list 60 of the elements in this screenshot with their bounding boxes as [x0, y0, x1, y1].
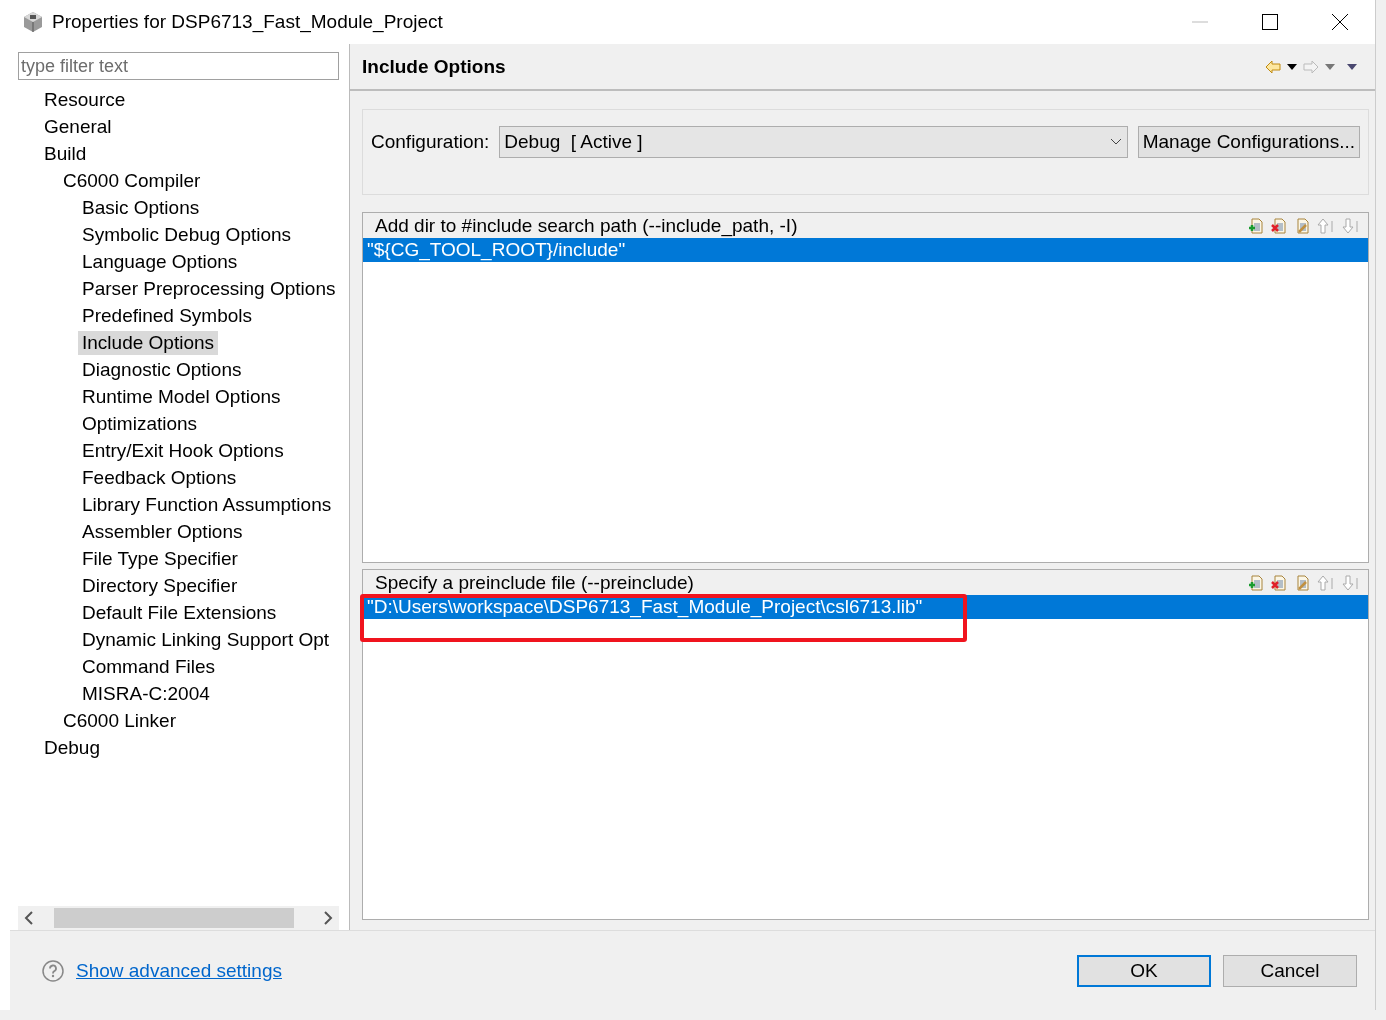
- close-icon: [1332, 14, 1348, 30]
- window-title: Properties for DSP6713_Fast_Module_Project: [52, 11, 444, 33]
- move-down-icon[interactable]: [1342, 574, 1360, 591]
- tree-item[interactable]: Debug: [40, 735, 104, 760]
- tree-item[interactable]: Library Function Assumptions: [78, 492, 336, 517]
- add-icon[interactable]: [1248, 217, 1264, 234]
- edit-icon[interactable]: [1294, 574, 1310, 591]
- tree-item[interactable]: Basic Options: [78, 195, 204, 220]
- filter-field[interactable]: type filter text: [18, 52, 339, 80]
- ok-button[interactable]: OK: [1077, 954, 1211, 987]
- tree-item[interactable]: C6000 Linker: [59, 708, 181, 733]
- tree-item[interactable]: File Type Specifier: [78, 546, 242, 571]
- configuration-dropdown[interactable]: Debug [ Active ]: [499, 126, 1128, 158]
- edit-icon[interactable]: [1294, 217, 1310, 234]
- list-title: Specify a preinclude file (--preinclude): [375, 571, 695, 594]
- page-title: Include Options: [362, 55, 507, 78]
- tree-item[interactable]: Parser Preprocessing Options: [78, 276, 340, 301]
- tree-item[interactable]: Command Files: [78, 654, 220, 679]
- tree-item[interactable]: Dynamic Linking Support Opt: [78, 627, 334, 652]
- tree-item[interactable]: Optimizations: [78, 411, 202, 436]
- tree-item[interactable]: Build: [40, 141, 91, 166]
- minimize-icon: [1192, 21, 1208, 23]
- tree-item[interactable]: MISRA-C:2004: [78, 681, 214, 706]
- scroll-left-icon[interactable]: [24, 911, 34, 925]
- tree-item[interactable]: Feedback Options: [78, 465, 241, 490]
- tree-item[interactable]: Default File Extensions: [78, 600, 281, 625]
- forward-arrow-icon[interactable]: [1303, 59, 1319, 74]
- cancel-button[interactable]: Cancel: [1223, 954, 1357, 987]
- move-up-icon[interactable]: [1317, 574, 1335, 591]
- tree-item[interactable]: Diagnostic Options: [78, 357, 246, 382]
- tree-item[interactable]: Resource: [40, 87, 130, 112]
- move-up-icon[interactable]: [1317, 217, 1335, 234]
- tree-item[interactable]: Symbolic Debug Options: [78, 222, 296, 247]
- path-list[interactable]: Add dir to #include search path (--include_path, -I) "${CG_TOOL_ROOT}/include": [362, 212, 1369, 563]
- horizontal-scrollbar[interactable]: [18, 906, 339, 930]
- tree-item[interactable]: Directory Specifier: [78, 573, 242, 598]
- path-list[interactable]: Specify a preinclude file (--preinclude) "D:\Users\workspace\DSP6713_Fast_Module_Project\csl6713.lib": [362, 569, 1369, 920]
- tree-item[interactable]: C6000 Compiler: [59, 168, 205, 193]
- list-title: Add dir to #include search path (--include_path, -I): [375, 214, 799, 237]
- delete-icon[interactable]: [1271, 574, 1287, 591]
- back-arrow-icon[interactable]: [1265, 59, 1281, 74]
- scroll-right-icon[interactable]: [323, 911, 333, 925]
- tree-item[interactable]: Language Options: [78, 249, 242, 274]
- list-item[interactable]: "${CG_TOOL_ROOT}/include": [363, 238, 1368, 262]
- tree-item[interactable]: Entry/Exit Hook Options: [78, 438, 288, 463]
- move-down-icon[interactable]: [1342, 217, 1360, 234]
- manage-configurations-button[interactable]: Manage Configurations...: [1137, 126, 1360, 158]
- tree-item[interactable]: Assembler Options: [78, 519, 247, 544]
- tree-item[interactable]: Runtime Model Options: [78, 384, 285, 409]
- configuration-label: Configuration:: [371, 130, 490, 154]
- tree-item[interactable]: Predefined Symbols: [78, 303, 257, 328]
- advanced-settings-link[interactable]: Show advanced settings: [76, 959, 1077, 982]
- tree-item[interactable]: Include Options: [78, 330, 219, 355]
- help-icon[interactable]: [42, 959, 64, 982]
- tree-item[interactable]: General: [40, 114, 116, 139]
- delete-icon[interactable]: [1271, 217, 1287, 234]
- maximize-icon: [1262, 14, 1278, 30]
- chevron-down-icon: [1108, 137, 1123, 147]
- cube-icon: [22, 11, 44, 33]
- add-icon[interactable]: [1248, 574, 1264, 591]
